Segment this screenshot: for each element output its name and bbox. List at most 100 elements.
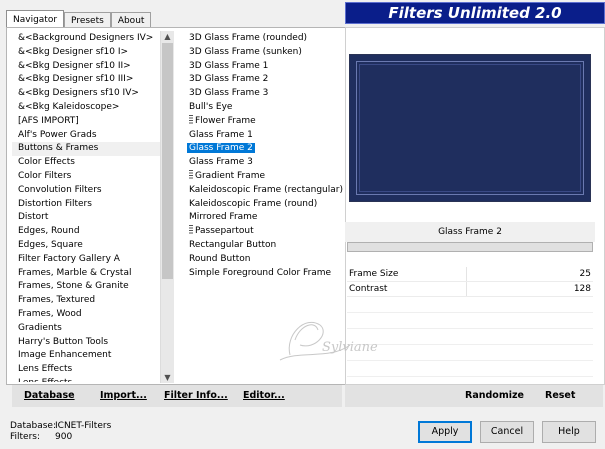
filter-item-label: Round Button	[189, 253, 251, 264]
scroll-up-icon[interactable]: ▲	[161, 31, 174, 42]
watermark-text: Sylviane	[322, 340, 378, 355]
filter-item[interactable]: Passepartout	[183, 225, 343, 239]
category-item[interactable]: Convolution Filters	[12, 184, 160, 198]
category-item[interactable]: Gradients	[12, 322, 160, 336]
editor-button[interactable]: Editor...	[243, 385, 285, 407]
category-item[interactable]: Frames, Stone & Granite	[12, 280, 160, 294]
category-item[interactable]: Color Effects	[12, 156, 160, 170]
category-list[interactable]: &<Background Designers IV> &<Bkg Designer…	[12, 32, 160, 382]
app-banner: Filters Unlimited 2.0	[345, 2, 605, 24]
param-row-empty	[347, 361, 593, 377]
category-item[interactable]: Harry's Button Tools	[12, 336, 160, 350]
category-item[interactable]: Distortion Filters	[12, 198, 160, 212]
filters-info: Filters: 900	[10, 432, 72, 442]
param-row-contrast[interactable]: Contrast 128	[347, 282, 593, 297]
database-label: Database:	[10, 421, 56, 431]
database-info: Database: ICNET-Filters	[10, 421, 111, 431]
filter-item-label: 3D Glass Frame 2	[189, 74, 269, 85]
apply-button[interactable]: Apply	[418, 421, 472, 443]
category-item[interactable]: Frames, Marble & Crystal	[12, 267, 160, 281]
filter-item-label: Glass Frame 1	[189, 129, 253, 140]
scrollbar-thumb[interactable]	[162, 43, 173, 279]
scroll-down-icon[interactable]: ▼	[161, 372, 174, 383]
filter-item[interactable]: Simple Foreground Color Frame	[183, 267, 343, 281]
filter-item[interactable]: Kaleidoscopic Frame (round)	[183, 198, 343, 212]
category-item[interactable]: Buttons & Frames	[12, 142, 160, 157]
category-item[interactable]: &<Background Designers IV>	[12, 32, 160, 46]
filter-item[interactable]: Mirrored Frame	[183, 211, 343, 225]
help-button[interactable]: Help	[542, 421, 596, 443]
tab-bar: Navigator Presets About	[6, 10, 152, 29]
param-value[interactable]: 25	[580, 267, 591, 281]
param-value[interactable]: 128	[574, 282, 591, 296]
filter-item[interactable]: Gradient Frame	[183, 169, 343, 184]
filter-item-label: Glass Frame 3	[189, 157, 253, 168]
group-grip-icon	[189, 169, 193, 179]
param-row-empty	[347, 297, 593, 313]
param-name: Contrast	[349, 284, 388, 294]
category-item[interactable]: Image Enhancement	[12, 349, 160, 363]
filter-info-button[interactable]: Filter Info...	[164, 385, 228, 407]
category-item[interactable]: [AFS IMPORT]	[12, 115, 160, 129]
settings-button-bar: Randomize Reset	[345, 385, 603, 407]
category-item[interactable]: Edges, Square	[12, 239, 160, 253]
filters-label: Filters:	[10, 432, 41, 442]
filter-item-label: 3D Glass Frame 1	[189, 60, 269, 71]
category-item[interactable]: Alf's Power Grads	[12, 129, 160, 143]
filter-item[interactable]: Rectangular Button	[183, 239, 343, 253]
import-button[interactable]: Import...	[100, 385, 147, 407]
filter-item-label: Rectangular Button	[189, 239, 277, 250]
filter-item-label: Glass Frame 2	[187, 143, 255, 154]
group-grip-icon	[189, 114, 193, 124]
filter-item[interactable]: 3D Glass Frame 1	[183, 60, 343, 74]
category-item[interactable]: Filter Factory Gallery A	[12, 253, 160, 267]
category-item[interactable]: &<Bkg Kaleidoscope>	[12, 101, 160, 115]
database-value: ICNET-Filters	[55, 421, 112, 431]
filter-item[interactable]: 3D Glass Frame (sunken)	[183, 46, 343, 60]
param-row-empty	[347, 345, 593, 361]
param-row-empty	[347, 313, 593, 329]
category-item[interactable]: &<Bkg Designer sf10 III>	[12, 73, 160, 87]
filter-item[interactable]: 3D Glass Frame 3	[183, 87, 343, 101]
randomize-button[interactable]: Randomize	[465, 385, 524, 407]
filter-item-label: 3D Glass Frame (rounded)	[189, 33, 308, 43]
filter-item[interactable]: Bull's Eye	[183, 101, 343, 115]
category-item[interactable]: &<Bkg Designers sf10 IV>	[12, 87, 160, 101]
filter-progress-bar	[347, 242, 593, 252]
filter-item[interactable]: 3D Glass Frame 2	[183, 73, 343, 87]
category-item[interactable]: Distort	[12, 211, 160, 225]
filter-item-label: Kaleidoscopic Frame (rectangular)	[189, 184, 343, 195]
database-button[interactable]: Database	[24, 385, 75, 407]
filter-item-label: Bull's Eye	[189, 101, 233, 112]
filter-item[interactable]: Glass Frame 2	[183, 142, 343, 156]
filter-item-label: 3D Glass Frame 3	[189, 88, 269, 99]
cancel-button[interactable]: Cancel	[480, 421, 534, 443]
category-item[interactable]: &<Bkg Designer sf10 II>	[12, 60, 160, 74]
filter-item-label: Mirrored Frame	[189, 212, 258, 223]
category-item[interactable]: Frames, Textured	[12, 294, 160, 308]
category-item[interactable]: Lens Effects	[12, 377, 160, 382]
reset-button[interactable]: Reset	[545, 385, 575, 407]
category-item[interactable]: Color Filters	[12, 170, 160, 184]
param-name: Frame Size	[349, 269, 399, 279]
filter-item[interactable]: 3D Glass Frame (rounded)	[183, 32, 343, 46]
filters-value: 900	[55, 432, 73, 442]
filter-item-label: 3D Glass Frame (sunken)	[189, 46, 302, 57]
filter-item-label: Gradient Frame	[195, 170, 266, 181]
filter-item-label: Passepartout	[195, 226, 254, 237]
watermark-logo: Sylviane	[279, 321, 378, 361]
filter-item[interactable]: Glass Frame 3	[183, 156, 343, 170]
filter-item[interactable]: Glass Frame 1	[183, 129, 343, 143]
category-item[interactable]: Edges, Round	[12, 225, 160, 239]
category-item[interactable]: &<Bkg Designer sf10 I>	[12, 46, 160, 60]
filter-item-label: Simple Foreground Color Frame	[189, 267, 332, 278]
category-scrollbar[interactable]: ▲ ▼	[160, 31, 174, 383]
filter-item[interactable]: Round Button	[183, 253, 343, 267]
param-row-frame-size[interactable]: Frame Size 25	[347, 267, 593, 282]
filter-item[interactable]: Flower Frame	[183, 114, 343, 129]
category-item[interactable]: Lens Effects	[12, 363, 160, 377]
filter-item[interactable]: Kaleidoscopic Frame (rectangular)	[183, 184, 343, 198]
filter-item-label: Flower Frame	[195, 115, 256, 126]
category-item[interactable]: Frames, Wood	[12, 308, 160, 322]
filter-name-label: Glass Frame 2	[345, 222, 595, 242]
